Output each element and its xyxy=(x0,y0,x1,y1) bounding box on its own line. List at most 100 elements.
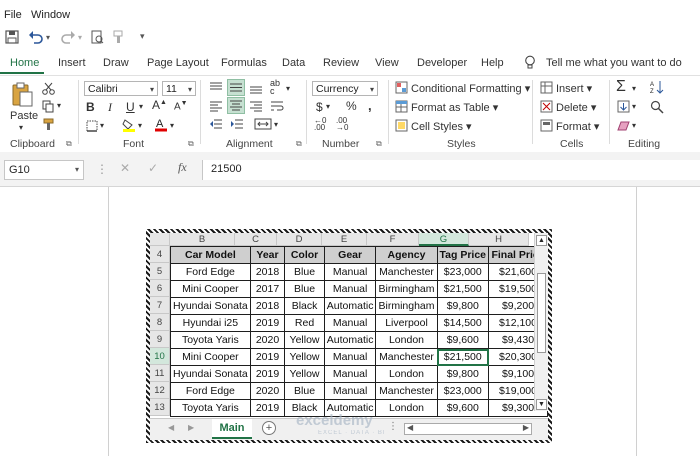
row-header[interactable]: 8 xyxy=(150,314,170,331)
clipboard-launcher-icon[interactable]: ⧉ xyxy=(66,139,72,149)
paste-icon[interactable] xyxy=(10,82,34,108)
italic-icon[interactable]: I xyxy=(108,100,112,115)
table-cell[interactable]: Manual xyxy=(323,382,377,400)
table-cell[interactable]: $9,600 xyxy=(436,399,490,417)
comma-style-icon[interactable]: , xyxy=(368,98,372,113)
table-cell[interactable]: Automatic xyxy=(323,297,377,315)
table-cell[interactable]: Red xyxy=(284,314,325,332)
table-cell[interactable]: Blue xyxy=(284,382,325,400)
menu-window[interactable]: Window xyxy=(31,9,70,21)
font-color-icon[interactable]: A xyxy=(154,117,168,132)
cut-icon[interactable] xyxy=(42,82,55,95)
delete-cells-button[interactable]: Delete ▾ xyxy=(556,101,596,114)
horizontal-scrollbar[interactable]: ◀ ▶ xyxy=(404,423,532,435)
increase-indent-icon[interactable] xyxy=(230,118,244,130)
fill-color-dropdown-icon[interactable]: ▾ xyxy=(138,121,142,130)
prev-sheet-icon[interactable]: ◀ xyxy=(168,423,174,432)
row-header[interactable]: 12 xyxy=(150,382,170,399)
formula-input[interactable]: 21500 xyxy=(202,160,700,180)
table-cell[interactable]: Ford Edge xyxy=(170,263,251,281)
header-cell[interactable]: Gear xyxy=(323,246,377,264)
save-icon[interactable] xyxy=(5,30,19,44)
table-cell[interactable]: 2017 xyxy=(249,280,286,298)
column-header[interactable]: B xyxy=(170,233,235,246)
table-cell[interactable]: Hyundai i25 xyxy=(170,314,251,332)
tab-home[interactable]: Home xyxy=(10,57,39,69)
font-color-dropdown-icon[interactable]: ▾ xyxy=(170,121,174,130)
paste-dropdown-icon[interactable]: ▾ xyxy=(19,123,23,132)
split-handle-icon[interactable]: ⋮ xyxy=(388,421,398,432)
insert-cells-button[interactable]: Insert ▾ xyxy=(556,82,592,95)
table-cell[interactable]: Blue xyxy=(284,280,325,298)
table-cell[interactable]: $23,000 xyxy=(436,382,490,400)
header-cell[interactable]: Year xyxy=(249,246,286,264)
table-cell[interactable]: Liverpool xyxy=(375,314,438,332)
table-cell[interactable]: Manual xyxy=(323,263,377,281)
table-cell[interactable]: Ford Edge xyxy=(170,382,251,400)
font-size-select[interactable]: 11 ▾ xyxy=(162,81,196,96)
conditional-formatting-icon[interactable] xyxy=(395,81,408,94)
name-box[interactable]: G10 ▾ xyxy=(4,160,84,180)
format-painter-icon[interactable] xyxy=(42,118,55,131)
orientation-icon[interactable]: ab c xyxy=(270,79,280,96)
copy-icon[interactable] xyxy=(42,100,55,113)
column-header[interactable]: C xyxy=(235,233,277,246)
merge-dropdown-icon[interactable]: ▾ xyxy=(274,120,278,129)
more-options-icon[interactable]: ⋮ xyxy=(96,162,108,176)
delete-cells-icon[interactable] xyxy=(540,100,553,113)
decrease-font-size-icon[interactable]: A▼ xyxy=(174,100,188,112)
table-cell[interactable]: Manchester xyxy=(375,263,438,281)
table-cell[interactable]: Toyota Yaris xyxy=(170,399,251,417)
row-header-selected[interactable]: 10 xyxy=(150,348,170,365)
tab-review[interactable]: Review xyxy=(323,57,359,69)
table-cell[interactable]: Manchester xyxy=(375,348,438,366)
align-center-icon[interactable] xyxy=(227,97,245,114)
table-cell[interactable]: 2020 xyxy=(249,382,286,400)
table-cell[interactable]: London xyxy=(375,331,438,349)
number-format-select[interactable]: Currency ▾ xyxy=(312,81,378,96)
column-header[interactable]: F xyxy=(367,233,419,246)
table-cell[interactable]: Manual xyxy=(323,365,377,383)
table-cell[interactable]: $23,000 xyxy=(436,263,490,281)
tab-insert[interactable]: Insert xyxy=(58,57,86,69)
table-cell[interactable]: $14,500 xyxy=(436,314,490,332)
table-cell[interactable]: Yellow xyxy=(284,348,325,366)
cell-styles-icon[interactable] xyxy=(395,119,408,132)
table-cell[interactable]: $21,500 xyxy=(436,280,490,298)
header-cell[interactable]: Agency xyxy=(375,246,438,264)
table-cell[interactable]: 2019 xyxy=(249,365,286,383)
row-header[interactable]: 6 xyxy=(150,280,170,297)
number-launcher-icon[interactable]: ⧉ xyxy=(376,139,382,149)
column-header[interactable]: H xyxy=(469,233,529,246)
table-cell[interactable]: London xyxy=(375,399,438,417)
percent-icon[interactable]: % xyxy=(346,99,357,113)
cell-styles-button[interactable]: Cell Styles ▾ xyxy=(411,120,472,133)
redo-icon[interactable] xyxy=(60,30,76,44)
confirm-entry-icon[interactable]: ✓ xyxy=(148,161,158,175)
table-cell[interactable]: 2018 xyxy=(249,297,286,315)
borders-dropdown-icon[interactable]: ▾ xyxy=(100,121,104,130)
align-bottom-icon[interactable] xyxy=(249,82,263,94)
currency-icon[interactable]: $ xyxy=(316,100,323,114)
copy-dropdown-icon[interactable]: ▾ xyxy=(57,101,61,110)
decrease-indent-icon[interactable] xyxy=(209,118,223,130)
clear-icon[interactable] xyxy=(617,120,631,132)
table-cell[interactable]: Hyundai Sonata xyxy=(170,365,251,383)
table-cell[interactable]: Birmingham xyxy=(375,280,438,298)
table-cell[interactable]: London xyxy=(375,365,438,383)
borders-icon[interactable] xyxy=(86,120,98,132)
alignment-launcher-icon[interactable]: ⧉ xyxy=(296,139,302,149)
table-cell[interactable]: Automatic xyxy=(323,331,377,349)
table-cell[interactable]: Manchester xyxy=(375,382,438,400)
paste-label[interactable]: Paste xyxy=(10,110,38,122)
scroll-left-icon[interactable]: ◀ xyxy=(407,423,413,432)
increase-decimal-icon[interactable]: ←0.00 xyxy=(314,117,326,132)
bold-icon[interactable]: B xyxy=(86,100,95,114)
scroll-up-icon[interactable]: ▲ xyxy=(536,235,547,246)
format-as-table-button[interactable]: Format as Table ▾ xyxy=(411,101,498,114)
table-cell[interactable]: $9,800 xyxy=(436,365,490,383)
table-cell[interactable]: Yellow xyxy=(284,331,325,349)
orientation-dropdown-icon[interactable]: ▾ xyxy=(286,84,290,93)
table-cell[interactable]: 2019 xyxy=(249,399,286,417)
undo-icon[interactable] xyxy=(28,30,44,44)
